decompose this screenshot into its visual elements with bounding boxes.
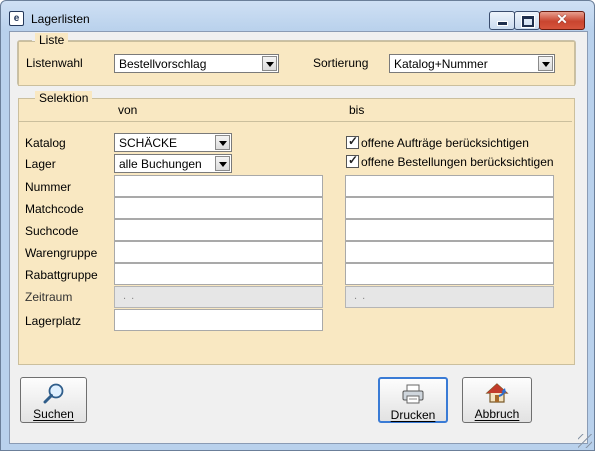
resize-grip[interactable]	[578, 434, 592, 448]
listenwahl-label: Listenwahl	[26, 56, 83, 70]
zeitraum-label: Zeitraum	[25, 290, 73, 304]
offene-bestellungen-checkbox[interactable]	[346, 153, 359, 168]
magnifier-icon	[43, 383, 63, 404]
sortierung-label: Sortierung	[313, 56, 369, 70]
chevron-down-icon[interactable]	[215, 135, 230, 150]
offene-auftraege-checkbox[interactable]	[346, 134, 359, 149]
maximize-icon	[521, 15, 535, 28]
zeitraum-bis-input[interactable]: . .	[345, 286, 554, 308]
katalog-select[interactable]: SCHÄCKE	[114, 133, 232, 152]
nummer-bis-input[interactable]	[345, 175, 554, 197]
close-icon: ✕	[556, 11, 568, 27]
suchcode-von-input[interactable]	[114, 219, 323, 241]
lagerlisten-window: e Lagerlisten ✕ Liste Liste Listenwahl B…	[0, 0, 595, 451]
liste-legend-label: Liste	[35, 33, 69, 47]
nummer-label: Nummer	[25, 180, 72, 194]
suchen-label: Suchen	[33, 407, 74, 421]
chevron-down-icon[interactable]	[215, 156, 230, 171]
suchen-button[interactable]: Suchen	[20, 377, 87, 423]
home-exit-icon	[485, 383, 509, 403]
bis-header: bis	[349, 103, 365, 117]
matchcode-label: Matchcode	[25, 202, 84, 216]
app-icon[interactable]: e	[9, 11, 24, 26]
window-title: Lagerlisten	[31, 12, 90, 26]
suchcode-bis-input[interactable]	[345, 219, 554, 241]
title-bar[interactable]: e Lagerlisten ✕	[1, 1, 594, 31]
warengruppe-bis-input[interactable]	[345, 241, 554, 263]
abbruch-label: Abbruch	[474, 407, 520, 421]
matchcode-von-input[interactable]	[114, 197, 323, 219]
drucken-label: Drucken	[390, 408, 436, 422]
sortierung-value: Katalog+Nummer	[394, 57, 488, 71]
chevron-down-icon[interactable]	[262, 56, 277, 71]
rabattgruppe-bis-input[interactable]	[345, 263, 554, 285]
selektion-legend: Selektion	[35, 91, 93, 105]
rabattgruppe-von-input[interactable]	[114, 263, 323, 285]
von-header: von	[118, 103, 138, 117]
chevron-down-icon[interactable]	[538, 56, 553, 71]
zeitraum-von-placeholder: . .	[123, 290, 136, 302]
lager-select[interactable]: alle Buchungen	[114, 154, 232, 173]
maximize-button[interactable]	[514, 11, 540, 30]
minimize-button[interactable]	[489, 11, 515, 30]
zeitraum-bis-placeholder: . .	[354, 290, 367, 302]
drucken-button[interactable]: Drucken	[378, 377, 448, 423]
katalog-value: SCHÄCKE	[119, 136, 178, 150]
lagerplatz-input[interactable]	[114, 309, 323, 331]
warengruppe-label: Warengruppe	[25, 246, 98, 260]
selektion-header-row	[19, 99, 572, 122]
abbruch-button[interactable]: Abbruch	[462, 377, 532, 423]
offene-auftraege-label[interactable]: offene Aufträge berücksichtigen	[361, 136, 529, 150]
sortierung-select[interactable]: Katalog+Nummer	[389, 54, 555, 73]
printer-icon	[402, 384, 424, 404]
close-button[interactable]: ✕	[539, 11, 585, 30]
matchcode-bis-input[interactable]	[345, 197, 554, 219]
lager-label: Lager	[25, 157, 56, 171]
suchcode-label: Suchcode	[25, 224, 79, 238]
nummer-von-input[interactable]	[114, 175, 323, 197]
lager-value: alle Buchungen	[119, 157, 202, 171]
warengruppe-von-input[interactable]	[114, 241, 323, 263]
listenwahl-value: Bestellvorschlag	[119, 57, 207, 71]
minimize-icon	[497, 21, 508, 26]
katalog-label: Katalog	[25, 136, 66, 150]
zeitraum-von-input[interactable]: . .	[114, 286, 323, 308]
rabattgruppe-label: Rabattgruppe	[25, 268, 98, 282]
listenwahl-select[interactable]: Bestellvorschlag	[114, 54, 279, 73]
lagerplatz-label: Lagerplatz	[25, 314, 82, 328]
offene-bestellungen-label[interactable]: offene Bestellungen berücksichtigen	[361, 155, 554, 169]
